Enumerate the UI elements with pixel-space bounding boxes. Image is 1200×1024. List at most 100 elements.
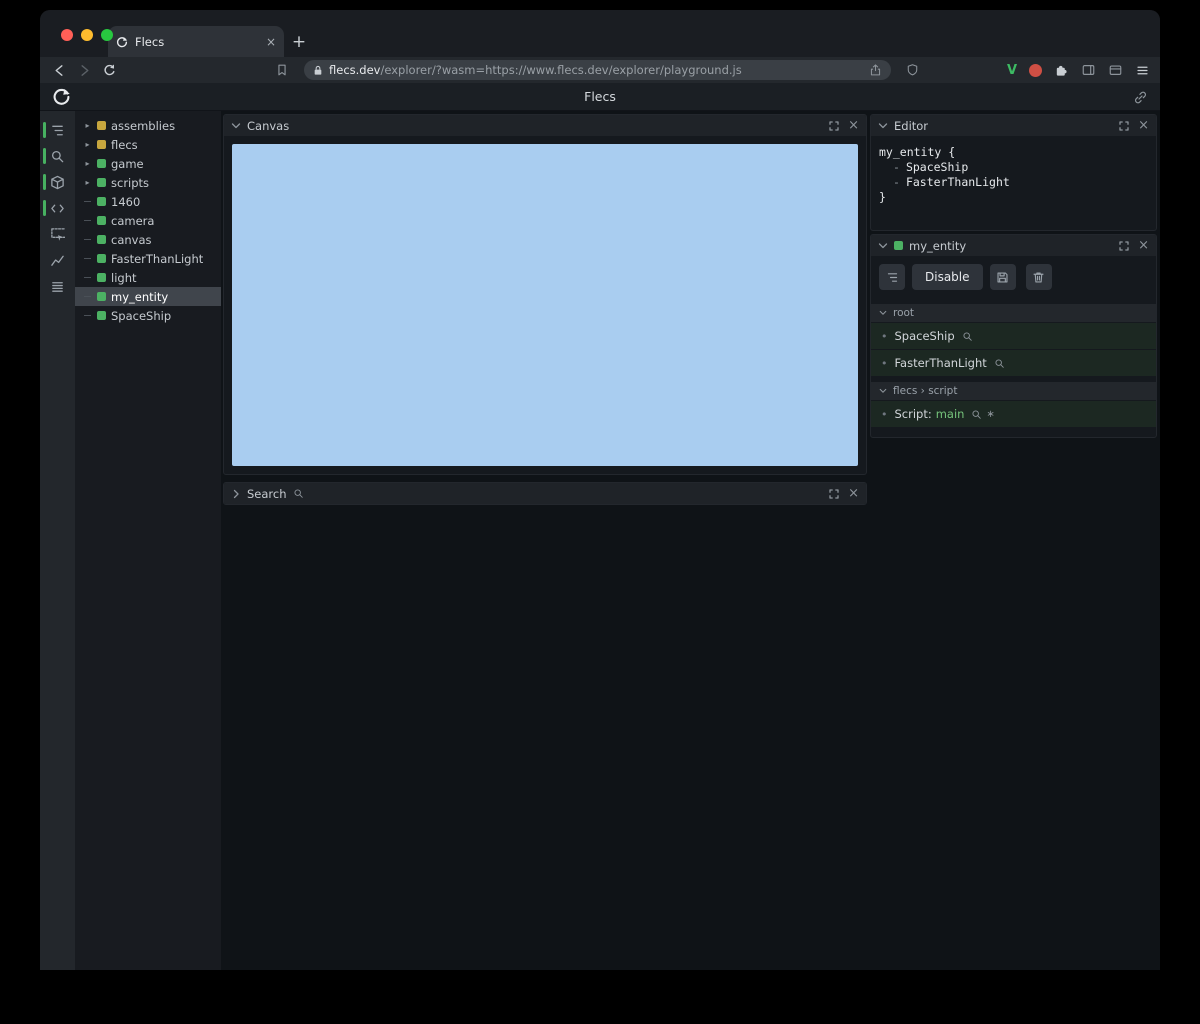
tree-item-scripts[interactable]: ▸ scripts [75,173,221,192]
app-header: Flecs [40,83,1160,111]
chevron-down-icon[interactable] [878,241,888,251]
edit-script-icon[interactable]: ∗ [986,409,994,420]
share-icon[interactable] [869,63,882,77]
section-header-flecs-script[interactable]: flecs › script [871,382,1156,400]
url-bar[interactable]: flecs.dev/explorer/?wasm=https://www.fle… [304,60,891,80]
search-panel: Search × [223,482,867,505]
chevron-down-icon[interactable] [231,121,241,131]
url-domain: flecs.dev [329,63,381,77]
browser-tab[interactable]: Flecs × [108,26,284,57]
sidebar-item-code[interactable] [40,195,75,221]
chevron-down-icon[interactable] [878,121,888,131]
sidebar-toggle-icon[interactable] [1081,63,1096,77]
sidebar-item-search[interactable] [40,143,75,169]
component-row-fasterthanlight[interactable]: • FasterThanLight [871,350,1156,376]
panel-title: Canvas [247,118,290,133]
extension-v-icon[interactable]: V [1007,63,1017,78]
tree-view-button[interactable] [879,264,905,290]
code-line: my_entity { [879,145,956,159]
delete-button[interactable] [1025,264,1052,290]
tree-line-icon [83,315,92,316]
entity-color-square [97,178,106,187]
search-icon [293,489,303,498]
panel-title: my_entity [909,238,967,253]
code-line: - SpaceShip [893,160,969,174]
component-prefix: Script: [894,407,932,421]
minimize-window-button[interactable] [81,29,93,41]
expand-icon[interactable] [1119,120,1129,131]
bookmark-icon[interactable] [273,61,291,79]
code-editor[interactable]: my_entity { - SpaceShip - FasterThanLight … [871,136,1156,230]
expand-icon[interactable] [829,488,839,499]
reload-button[interactable] [100,61,118,79]
menu-icon[interactable] [1135,64,1150,77]
close-window-button[interactable] [61,29,73,41]
zoom-window-button[interactable] [101,29,113,41]
tree-line-icon [83,239,92,240]
close-icon[interactable]: × [848,487,859,500]
tree-item-my-entity[interactable]: my_entity [75,287,221,306]
back-button[interactable] [50,61,68,79]
tree-item-camera[interactable]: camera [75,211,221,230]
icon-rail [40,111,75,970]
entity-color-square [97,140,106,149]
close-icon[interactable]: × [1138,119,1149,132]
url-path: /explorer/?wasm=https://www.flecs.dev/ex… [380,63,742,77]
close-tab-icon[interactable]: × [266,36,276,48]
sidebar-item-stats[interactable] [40,247,75,273]
script-target-name: main [935,407,965,421]
search-icon[interactable] [994,358,1005,369]
sidebar-item-query[interactable] [40,221,75,247]
link-icon[interactable] [1133,90,1148,105]
close-icon[interactable]: × [1138,239,1149,252]
entity-color-square [97,121,106,130]
bullet-icon: • [881,407,888,421]
editor-panel: Editor × my_entity { - SpaceShip - FasterT… [870,114,1157,231]
chevron-down-icon [879,310,887,315]
tree-item-assemblies[interactable]: ▸ assemblies [75,116,221,135]
entity-inspector-panel: my_entity × Disable root • SpaceShip • F… [870,234,1157,438]
search-panel-header[interactable]: Search × [224,483,866,504]
tree-item-flecs[interactable]: ▸ flecs [75,135,221,154]
wallet-icon[interactable] [1108,63,1123,77]
tree-item-fasterthanlight[interactable]: FasterThanLight [75,249,221,268]
tree-line-icon [83,201,92,202]
sidebar-item-tables[interactable] [40,273,75,299]
component-row-script[interactable]: • Script: main ∗ [871,401,1156,427]
tree-item-canvas[interactable]: canvas [75,230,221,249]
right-column: Editor × my_entity { - SpaceShip - FasterT… [870,111,1160,970]
extensions-puzzle-icon[interactable] [1054,63,1069,78]
tree-line-icon [83,258,92,259]
save-button[interactable] [989,264,1016,290]
tree-item-game[interactable]: ▸ game [75,154,221,173]
tab-title: Flecs [135,34,165,49]
expand-icon[interactable] [829,120,839,131]
tree-item-spaceship[interactable]: SpaceShip [75,306,221,325]
component-row-spaceship[interactable]: • SpaceShip [871,323,1156,349]
section-header-root[interactable]: root [871,304,1156,322]
tree-item-label: SpaceShip [111,308,172,323]
search-icon[interactable] [971,409,982,420]
tree-line-icon [83,277,92,278]
extension-red-icon[interactable] [1029,63,1042,77]
tree-item-1460[interactable]: 1460 [75,192,221,211]
code-line: } [879,190,886,204]
floppy-icon [997,271,1008,283]
disable-button[interactable]: Disable [912,264,983,290]
shield-icon[interactable] [904,61,922,79]
tree-item-label: scripts [111,175,150,190]
render-canvas[interactable] [232,144,858,466]
close-icon[interactable]: × [848,119,859,132]
forward-button[interactable] [75,61,93,79]
chevron-right-icon[interactable] [231,489,241,499]
expand-icon[interactable] [1119,240,1129,251]
search-icon[interactable] [962,331,973,342]
entity-tree: ▸ assemblies ▸ flecs ▸ game ▸ scripts 1460 c… [75,111,221,970]
tree-item-light[interactable]: light [75,268,221,287]
sidebar-item-entities[interactable] [40,169,75,195]
new-tab-button[interactable]: + [284,26,314,57]
extensions-area: V [1003,63,1150,78]
panel-title: Search [247,486,287,501]
sidebar-item-tree[interactable] [40,117,75,143]
entity-color-square [894,241,903,250]
